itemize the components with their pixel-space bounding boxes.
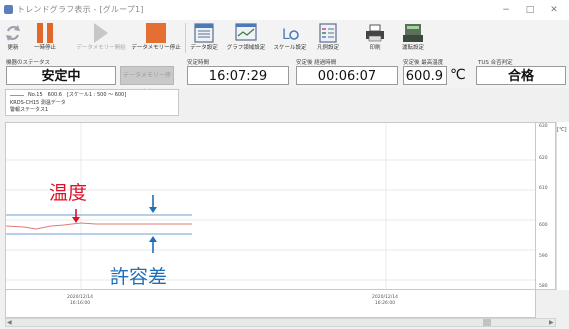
scale-settings-label: スケール設定 bbox=[273, 45, 307, 51]
legend-swatch bbox=[10, 95, 24, 96]
tolerance-arrow-up-head bbox=[149, 236, 157, 242]
horizontal-scrollbar[interactable] bbox=[5, 318, 556, 327]
memory-status-indicator: データメモリー停止中 bbox=[120, 66, 174, 96]
tolerance-annotation: 許容差 bbox=[110, 266, 168, 288]
play-icon bbox=[94, 23, 108, 43]
trend-plot[interactable] bbox=[5, 122, 536, 290]
update-label: 更新 bbox=[7, 45, 19, 51]
judgement-label: TUS 合否判定 bbox=[478, 60, 513, 66]
pause-icon bbox=[37, 23, 53, 43]
refresh-icon bbox=[6, 25, 20, 41]
data-settings-button[interactable]: データ設定 bbox=[187, 20, 221, 56]
device-status-value: 安定中 bbox=[6, 66, 116, 85]
stable-time-value: 16:07:29 bbox=[187, 66, 289, 85]
tolerance-arrow-down-head bbox=[149, 207, 157, 213]
data-settings-icon bbox=[194, 23, 214, 43]
data-settings-label: データ設定 bbox=[190, 45, 218, 51]
legend-line-1: No.15 600.6 [スケール1 : 500 ～ 600] bbox=[28, 92, 127, 98]
legend-icon bbox=[319, 23, 337, 43]
scroll-right-arrow-icon[interactable]: ▶ bbox=[549, 318, 554, 327]
minimize-button[interactable]: − bbox=[497, 3, 515, 17]
y-tick-label: 590 bbox=[539, 254, 548, 259]
temperature-annotation: 温度 bbox=[49, 182, 88, 204]
window-title: トレンドグラフ表示 - [グループ1] bbox=[17, 5, 144, 14]
max-temp-label: 安定後 最高温度 bbox=[403, 60, 444, 66]
stable-time-label: 安定時間 bbox=[187, 60, 210, 66]
judgement-value: 合格 bbox=[476, 66, 566, 85]
maximize-button[interactable]: □ bbox=[521, 3, 539, 17]
printer-icon bbox=[366, 24, 384, 42]
pause-label: 一時停止 bbox=[33, 45, 56, 51]
y-tick-label: 610 bbox=[539, 186, 548, 191]
elapsed-time-label: 安定後 経過時間 bbox=[296, 60, 337, 66]
scale-settings-button[interactable]: L スケール設定 bbox=[270, 20, 310, 56]
device-status-label: 機器のステータス bbox=[6, 60, 51, 66]
max-temp-value: 600.9 bbox=[403, 66, 447, 85]
graph-area-settings-button[interactable]: グラフ領域設定 bbox=[224, 20, 268, 56]
scroll-thumb[interactable] bbox=[483, 319, 491, 326]
unit-strip bbox=[556, 122, 569, 290]
app-icon bbox=[4, 5, 13, 14]
pause-button[interactable]: 一時停止 bbox=[30, 20, 60, 56]
y-tick-label: 580 bbox=[539, 284, 548, 289]
temperature-line bbox=[6, 222, 192, 230]
unit-label: [℃] bbox=[557, 127, 567, 133]
operation-settings-label: 運転設定 bbox=[401, 45, 424, 51]
data-memory-start-label: データメモリー開始 bbox=[76, 45, 126, 51]
y-axis bbox=[536, 122, 556, 290]
legend-settings-label: 凡例設定 bbox=[316, 45, 339, 51]
legend-line-3: 警報ステータス1 bbox=[10, 107, 49, 113]
x-tick-time: 16:16:00 bbox=[69, 301, 91, 306]
x-tick-label: 2020/12/14 16:16:00 bbox=[60, 295, 100, 307]
operation-settings-icon bbox=[403, 24, 423, 42]
close-button[interactable]: ✕ bbox=[545, 3, 563, 17]
y-tick-label: 630 bbox=[539, 124, 548, 129]
scroll-left-arrow-icon[interactable]: ◀ bbox=[7, 318, 12, 327]
operation-settings-button[interactable]: 運転設定 bbox=[396, 20, 430, 56]
y-tick-label: 620 bbox=[539, 156, 548, 161]
update-button[interactable]: 更新 bbox=[2, 20, 24, 56]
scale-icon: L bbox=[282, 27, 299, 43]
print-button[interactable]: 印刷 bbox=[362, 20, 388, 56]
elapsed-time-value: 00:06:07 bbox=[296, 66, 398, 85]
data-memory-stop-label: データメモリー停止 bbox=[131, 45, 181, 51]
graph-area-icon bbox=[235, 23, 257, 41]
stop-icon bbox=[146, 23, 166, 43]
svg-text:L: L bbox=[282, 27, 290, 43]
trend-plot-svg bbox=[6, 123, 535, 289]
data-memory-start-button[interactable]: データメモリー開始 bbox=[74, 20, 128, 56]
max-temp-unit: ℃ bbox=[450, 67, 466, 83]
legend-settings-button[interactable]: 凡例設定 bbox=[313, 20, 343, 56]
x-tick-label: 2020/12/14 16:26:00 bbox=[365, 295, 405, 307]
graph-area-settings-label: グラフ領域設定 bbox=[226, 45, 266, 51]
legend-panel: No.15 600.6 [スケール1 : 500 ～ 600] KRDS-CH1… bbox=[5, 89, 179, 116]
data-memory-stop-button[interactable]: データメモリー停止 bbox=[129, 20, 183, 56]
y-tick-label: 600 bbox=[539, 223, 548, 228]
x-tick-time: 16:26:00 bbox=[374, 301, 396, 306]
print-label: 印刷 bbox=[369, 45, 381, 51]
legend-line-2: KRDS-CH15 測温データ bbox=[10, 100, 66, 106]
toolbar-separator bbox=[185, 23, 186, 53]
